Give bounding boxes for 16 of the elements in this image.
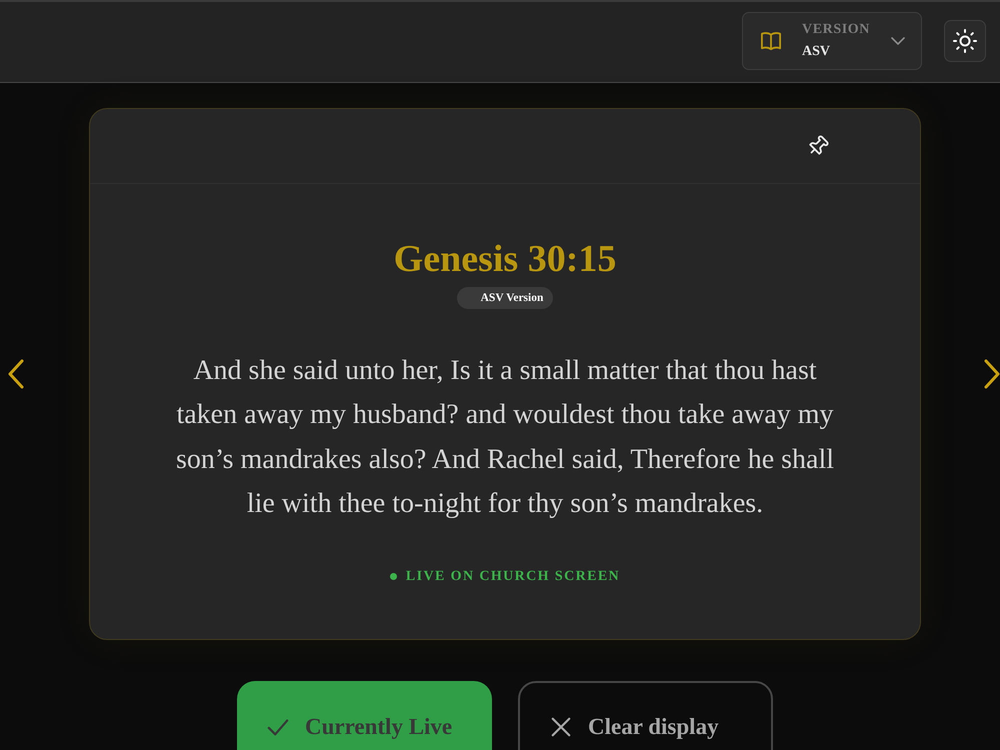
sun-icon xyxy=(953,29,977,53)
next-button[interactable] xyxy=(984,358,1000,389)
live-status-label: LIVE ON CHURCH SCREEN xyxy=(406,568,620,585)
pin-icon[interactable] xyxy=(807,135,829,157)
close-icon xyxy=(550,716,572,738)
verse-reference: Genesis 30:15 xyxy=(394,237,616,281)
version-badge: ASV Version xyxy=(456,287,554,309)
version-dropdown[interactable]: VERSION ASV xyxy=(742,12,922,70)
theme-toggle-button[interactable] xyxy=(944,20,986,62)
clear-display-button[interactable]: Clear display xyxy=(518,680,773,750)
chevron-down-icon xyxy=(891,37,905,45)
verse-text: And she said unto her, Is it a small matter that thou hast taken away my husband? and wouldest thou take away my son’s mandrakes also? And Rachel said, Therefore he shall lie with thee to-night for thy son’s mandrakes. xyxy=(174,354,836,522)
chevron-right-icon xyxy=(984,358,1000,389)
book-icon xyxy=(760,31,782,51)
previous-button[interactable] xyxy=(8,358,24,389)
chevron-left-icon xyxy=(8,358,24,389)
